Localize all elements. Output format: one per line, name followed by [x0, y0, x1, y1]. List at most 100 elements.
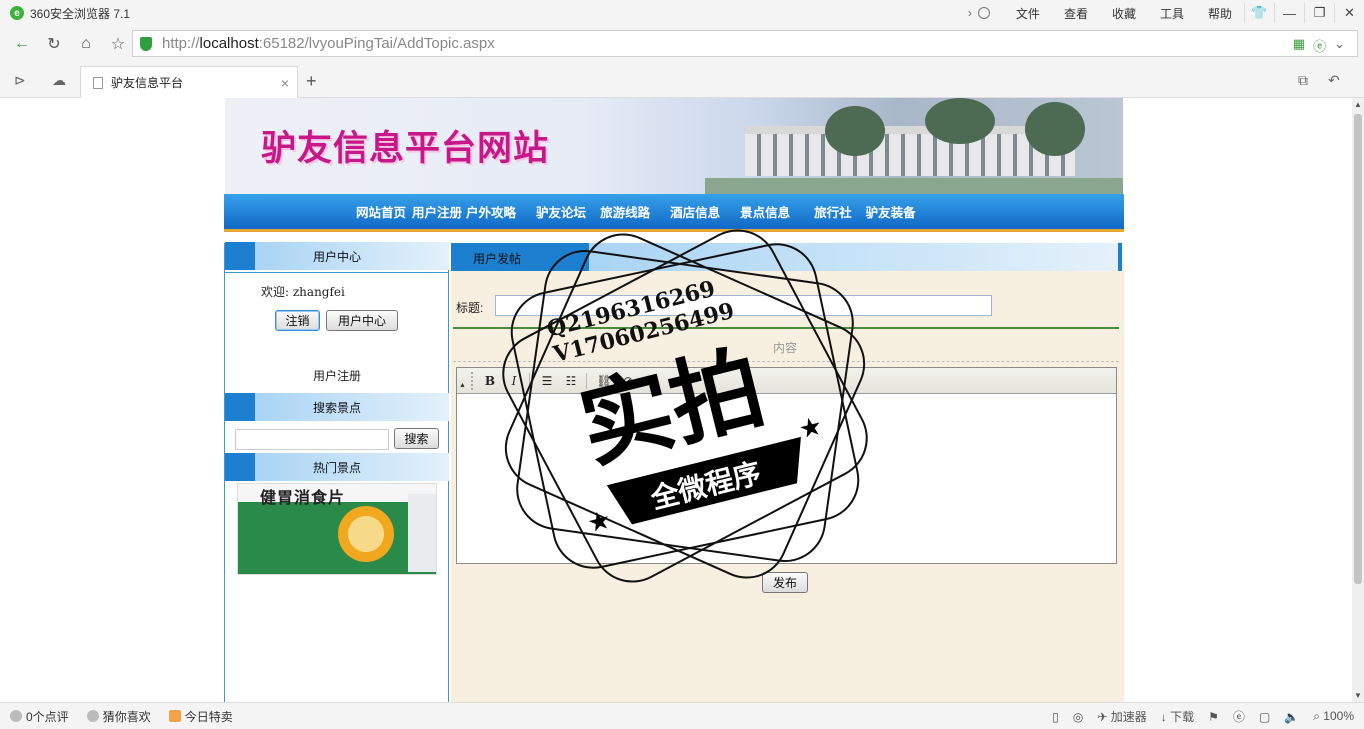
- editor-toolbar: ▲ B I ☰ ☷ ⛓ ⊘ ?: [457, 368, 1116, 394]
- divider: [453, 327, 1119, 329]
- flag-icon[interactable]: ⚑: [1208, 710, 1219, 724]
- divider: [453, 361, 1119, 362]
- status-right: ▯ ◎ ✈ 加速器 ↓ 下载 ⚑ ⓔ ▢ 🔈 ⌕ 100%: [1052, 708, 1354, 725]
- nav-routes[interactable]: 旅游线路: [600, 202, 650, 221]
- register-link[interactable]: 用户注册: [225, 367, 449, 384]
- title-label: 标题:: [456, 301, 484, 315]
- star-icon[interactable]: ☆: [104, 30, 132, 58]
- undo-close-icon[interactable]: ↶: [1328, 72, 1340, 89]
- phone-icon[interactable]: ▯: [1052, 710, 1059, 724]
- new-tab-icon[interactable]: +: [306, 71, 317, 92]
- sunflower-mascot-icon: [338, 506, 394, 562]
- banner-tree: [1025, 102, 1085, 156]
- menu-file[interactable]: 文件: [1016, 5, 1040, 22]
- chevron-right-icon[interactable]: ›: [968, 6, 972, 20]
- search-title: 搜索景点: [312, 400, 361, 415]
- shield-icon: [140, 36, 152, 51]
- menu-tools[interactable]: 工具: [1160, 5, 1184, 22]
- download-button[interactable]: ↓ 下载: [1161, 708, 1194, 725]
- back-icon[interactable]: ←: [8, 30, 36, 58]
- scroll-thumb[interactable]: [1354, 114, 1362, 584]
- help-icon[interactable]: ?: [641, 370, 663, 392]
- status-deals[interactable]: 今日特卖: [168, 708, 233, 725]
- address-dropdown-icon[interactable]: ⌄: [1334, 36, 1345, 55]
- nav-home[interactable]: 网站首页: [356, 202, 406, 221]
- sidebar-toggle-icon[interactable]: ⊳: [14, 72, 26, 89]
- tab-active[interactable]: 驴友信息平台 ×: [80, 66, 298, 98]
- hot-attraction-image[interactable]: 健胃消食片: [237, 483, 437, 575]
- nav-hotels[interactable]: 酒店信息: [670, 202, 720, 221]
- image-box: [408, 494, 436, 572]
- gift-icon: [168, 710, 181, 722]
- link-icon[interactable]: ⛓: [593, 370, 615, 392]
- search-button[interactable]: 搜索: [394, 428, 439, 449]
- menu-help[interactable]: 帮助: [1208, 5, 1232, 22]
- maximize-button[interactable]: ❐: [1304, 3, 1334, 23]
- ordered-list-icon[interactable]: ☰: [536, 370, 558, 392]
- nav-attractions[interactable]: 景点信息: [740, 202, 790, 221]
- logout-button[interactable]: 注销: [275, 310, 320, 331]
- left-sidebar: 用户中心 欢迎: zhangfei 注销 用户中心 用户注册 搜索景点 搜索 热…: [224, 242, 449, 702]
- post-form-panel: 用户发帖 标题: 内容 ▲ B I ☰ ☷ ⛓ ⊘ ? 发布: [451, 243, 1124, 702]
- skin-icon[interactable]: 👕: [1244, 3, 1274, 23]
- volume-icon[interactable]: 🔈: [1284, 710, 1299, 724]
- image-product-name: 健胃消食片: [260, 488, 346, 507]
- toolbar-grip: [471, 371, 477, 390]
- url-text: http://localhost:65182/lvyouPingTai/AddT…: [162, 35, 495, 52]
- nav-guides[interactable]: 户外攻略: [466, 202, 516, 221]
- minimize-button[interactable]: —: [1274, 3, 1304, 23]
- rich-text-editor[interactable]: ▲ B I ☰ ☷ ⛓ ⊘ ?: [456, 367, 1117, 564]
- browser-logo-icon: e: [10, 6, 24, 20]
- title-input[interactable]: [495, 295, 992, 316]
- banner-tree: [925, 98, 995, 144]
- zoom-level[interactable]: ⌕ 100%: [1313, 709, 1354, 724]
- menu-favorites[interactable]: 收藏: [1112, 5, 1136, 22]
- nav-register[interactable]: 用户注册: [412, 202, 462, 221]
- home-icon[interactable]: ⌂: [72, 30, 100, 58]
- hot-title: 热门景点: [312, 460, 361, 475]
- close-window-button[interactable]: ✕: [1334, 3, 1364, 23]
- unlink-icon[interactable]: ⊘: [617, 370, 639, 392]
- scroll-down-icon[interactable]: ▼: [1354, 691, 1362, 700]
- user-center-title: 用户中心: [312, 249, 361, 264]
- ie-icon[interactable]: ⓔ: [1233, 708, 1245, 725]
- tab-bar: ⊳ ☁ 驴友信息平台 × + ⧉ ↶: [0, 62, 1364, 98]
- tab-close-icon[interactable]: ×: [281, 75, 289, 91]
- banner-title: 驴友信息平台网站: [261, 128, 550, 169]
- nav-gear[interactable]: 驴友装备: [866, 202, 916, 221]
- italic-icon[interactable]: I: [503, 370, 525, 392]
- refresh-icon[interactable]: ↻: [40, 30, 68, 58]
- main-nav: 网站首页 用户注册 户外攻略 驴友论坛 旅游线路 酒店信息 景点信息 旅行社 驴…: [224, 194, 1124, 232]
- cloud-icon[interactable]: ☁: [52, 72, 66, 89]
- status-guess[interactable]: 猜你喜欢: [86, 708, 151, 725]
- site-banner: 驴友信息平台网站: [225, 98, 1123, 194]
- content-label: 内容: [773, 341, 798, 355]
- tab-label: 驴友信息平台: [111, 76, 184, 90]
- expand-toolbar-icon[interactable]: ▲: [459, 382, 466, 389]
- banner-lawn: [705, 178, 1123, 194]
- page-viewport: 驴友信息平台网站 网站首页 用户注册 户外攻略 驴友论坛 旅游线路 酒店信息 景…: [0, 98, 1352, 702]
- status-reviews[interactable]: 0个点评: [10, 708, 69, 725]
- menu-view[interactable]: 查看: [1064, 5, 1088, 22]
- bold-icon[interactable]: B: [479, 370, 501, 392]
- ie-mode-icon[interactable]: ⓔ: [1313, 36, 1326, 55]
- window-icon[interactable]: ▢: [1259, 710, 1270, 724]
- speed-icon[interactable]: ◎: [1073, 710, 1083, 724]
- scroll-up-icon[interactable]: ▲: [1354, 100, 1362, 109]
- status-bar: 0个点评 猜你喜欢 今日特卖 ▯ ◎ ✈ 加速器 ↓ 下载 ⚑ ⓔ ▢ 🔈 ⌕ …: [0, 702, 1364, 729]
- search-input[interactable]: [235, 429, 389, 450]
- user-center-button[interactable]: 用户中心: [326, 310, 398, 331]
- vertical-scrollbar[interactable]: ▲ ▼: [1352, 98, 1364, 702]
- welcome-text: 欢迎: zhangfei: [261, 285, 345, 299]
- nav-agencies[interactable]: 旅行社: [814, 202, 852, 221]
- accelerator-button[interactable]: ✈ 加速器: [1097, 708, 1146, 725]
- hot-header: 热门景点: [225, 453, 449, 481]
- user-icon[interactable]: [977, 7, 990, 19]
- publish-button[interactable]: 发布: [762, 572, 808, 593]
- reviews-icon: [10, 710, 22, 722]
- tab-list-icon[interactable]: ⧉: [1298, 72, 1308, 89]
- address-bar[interactable]: http://localhost:65182/lvyouPingTai/AddT…: [132, 30, 1358, 57]
- qr-code-icon[interactable]: ▦: [1293, 36, 1305, 55]
- nav-forum[interactable]: 驴友论坛: [536, 202, 586, 221]
- unordered-list-icon[interactable]: ☷: [560, 370, 582, 392]
